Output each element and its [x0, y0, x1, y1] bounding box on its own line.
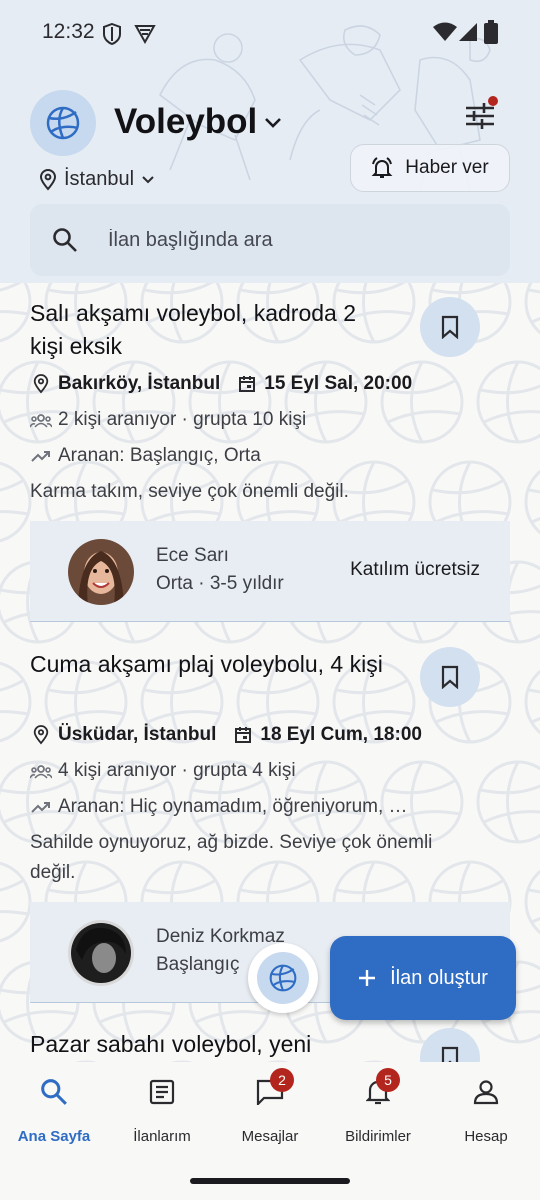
trending-up-icon — [31, 802, 50, 813]
nav-home[interactable]: Ana Sayfa — [0, 1074, 108, 1145]
status-time: 12:32 — [42, 20, 95, 43]
nav-notifications[interactable]: 5 Bildirimler — [324, 1068, 432, 1145]
nav-account[interactable]: Hesap — [432, 1074, 540, 1145]
wifi-icon — [433, 22, 457, 41]
chevron-down-icon — [142, 175, 154, 183]
owner-level: Orta · 3-5 yıldır — [156, 573, 284, 594]
listing-datetime: 18 Eyl Cum, 18:00 — [260, 724, 422, 745]
nav-my-listings[interactable]: İlanlarım — [108, 1074, 216, 1145]
location-pin-icon — [33, 725, 49, 745]
article-icon — [149, 1079, 175, 1105]
shield-icon — [103, 23, 121, 45]
status-bar: 12:32 — [0, 0, 540, 66]
listing-meta-place-date: Üsküdar, İstanbul 18 Eyl Cum, 18:00 — [30, 724, 422, 746]
home-indicator — [190, 1178, 350, 1184]
location-selector[interactable]: İstanbul — [38, 168, 156, 191]
location-pin-icon — [39, 168, 57, 191]
search-icon — [41, 1079, 67, 1105]
bookmark-button[interactable] — [420, 297, 480, 357]
participation-fee: Katılım ücretsiz — [350, 559, 480, 580]
listing-datetime: 15 Eyl Sal, 20:00 — [264, 373, 413, 394]
search-input[interactable] — [108, 228, 468, 252]
owner-name: Ece Sarı — [156, 545, 229, 566]
search-bar[interactable] — [30, 204, 510, 276]
notify-label: Haber ver — [405, 157, 489, 178]
listing-level-row: Aranan: Başlangıç, Orta — [30, 445, 261, 467]
notifications-badge: 5 — [376, 1068, 400, 1092]
listing-meta-place-date: Bakırköy, İstanbul 15 Eyl Sal, 20:00 — [30, 373, 412, 395]
bookmark-icon — [441, 665, 459, 689]
listing-place: Üsküdar, İstanbul — [58, 724, 217, 745]
messages-badge: 2 — [270, 1068, 294, 1092]
location-label: İstanbul — [64, 168, 135, 190]
avatar — [68, 539, 134, 605]
filter-active-dot — [488, 96, 498, 106]
nav-label: Ana Sayfa — [17, 1128, 91, 1145]
nav-label: İlanlarım — [133, 1128, 191, 1145]
notify-button[interactable]: Haber ver — [350, 144, 510, 192]
bookmark-icon — [441, 1046, 459, 1063]
bookmark-icon — [441, 315, 459, 339]
listing-level-wanted: Aranan: Başlangıç, Orta — [58, 445, 261, 466]
listing-place: Bakırköy, İstanbul — [58, 373, 221, 394]
sport-title[interactable]: Voleybol — [114, 102, 257, 142]
listing-title[interactable]: Cuma akşamı plaj voleybolu, 4 kişi — [30, 648, 390, 681]
calendar-icon — [239, 376, 256, 392]
app-header: 12:32 Voleybol İstanbul Haber ver İlan b… — [0, 0, 540, 283]
listing-people-row: 2 kişi aranıyor · grupta 10 kişi — [30, 409, 306, 431]
bookmark-button[interactable] — [420, 647, 480, 707]
nav-label: Bildirimler — [345, 1128, 411, 1145]
vpn-icon — [134, 25, 156, 44]
card-divider — [30, 621, 510, 622]
bookmark-button[interactable] — [420, 1028, 480, 1063]
chevron-down-icon[interactable] — [262, 112, 284, 134]
listing-owner[interactable]: Ece Sarı Orta · 3-5 yıldır Katılım ücret… — [30, 521, 510, 621]
search-icon — [53, 228, 77, 252]
listing-description: Karma takım, seviye çok önemli değil. — [30, 481, 349, 502]
listing-title[interactable]: Pazar sabahı voleybol, yeni — [30, 1028, 390, 1061]
group-icon — [30, 414, 52, 428]
create-listing-label: İlan oluştur — [390, 966, 488, 989]
person-icon — [473, 1080, 499, 1105]
calendar-icon — [235, 727, 252, 743]
group-icon — [30, 765, 52, 779]
create-listing-button[interactable]: İlan oluştur — [330, 936, 516, 1020]
volleyball-icon — [46, 106, 80, 140]
listing-description: Sahilde oynuyoruz, ağ bizde. Seviye çok … — [30, 832, 433, 883]
plus-icon — [359, 970, 376, 986]
avatar — [68, 920, 134, 986]
signal-icon — [459, 23, 477, 41]
listing-level-row: Aranan: Hiç oynamadım, öğreniyorum, … — [30, 796, 408, 818]
nav-label: Mesajlar — [241, 1128, 299, 1145]
nav-label: Hesap — [464, 1128, 508, 1145]
listing-people-row: 4 kişi aranıyor · grupta 4 kişi — [30, 760, 296, 782]
battery-icon — [484, 20, 498, 44]
listing-people: 2 kişi aranıyor · grupta 10 kişi — [58, 409, 307, 430]
listing-people: 4 kişi aranıyor · grupta 4 kişi — [58, 760, 296, 781]
owner-name: Deniz Korkmaz — [156, 926, 285, 947]
bell-alert-icon — [371, 157, 393, 178]
sport-avatar[interactable] — [30, 90, 96, 156]
owner-level: Başlangıç — [156, 954, 240, 975]
sport-switch-button[interactable] — [248, 943, 318, 1013]
listing-title[interactable]: Salı akşamı voleybol, kadroda 2 kişi eks… — [30, 297, 390, 363]
nav-messages[interactable]: 2 Mesajlar — [216, 1068, 324, 1145]
trending-up-icon — [31, 451, 50, 462]
listing-level-wanted: Aranan: Hiç oynamadım, öğreniyorum, … — [58, 796, 408, 817]
location-pin-icon — [33, 374, 49, 394]
volleyball-icon — [269, 964, 297, 992]
